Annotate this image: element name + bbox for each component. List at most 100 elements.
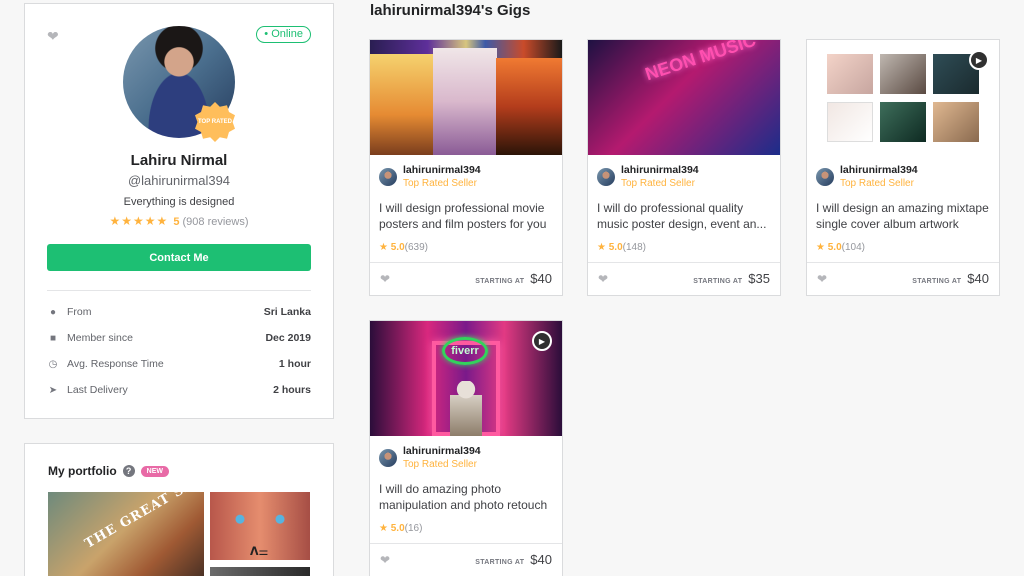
stat-label: Member since bbox=[67, 332, 133, 344]
price-value: $40 bbox=[530, 552, 552, 567]
price-value: $35 bbox=[748, 271, 770, 286]
seller-avatar bbox=[379, 449, 397, 467]
gig-rating: ★ 5.0(148) bbox=[597, 242, 646, 253]
gig-thumbnail[interactable] bbox=[370, 40, 562, 155]
neon-music-text: NEON MUSIC bbox=[642, 40, 759, 85]
stat-value: 2 hours bbox=[273, 384, 311, 396]
rating-value: 5.0 bbox=[608, 242, 623, 253]
portfolio-item-main[interactable] bbox=[48, 492, 204, 576]
star-icon: ★ bbox=[597, 242, 606, 253]
rating-count: (104) bbox=[841, 242, 866, 253]
profile-card: ❤ • Online TOP RATED Lahiru Nirmal @lahi… bbox=[24, 3, 334, 419]
rating-value: 5.0 bbox=[827, 242, 842, 253]
seller-avatar bbox=[816, 168, 834, 186]
album-cover bbox=[880, 102, 926, 142]
fiverr-logo: fiverr bbox=[442, 337, 488, 365]
gig-footer: ❤ STARTING AT $40 bbox=[807, 262, 999, 295]
stat-value: Dec 2019 bbox=[265, 332, 311, 344]
reviews-count: (908 reviews) bbox=[182, 216, 249, 228]
star-icon: ★ bbox=[379, 242, 388, 253]
stat-from: ● From Sri Lanka bbox=[47, 304, 311, 320]
seller-name[interactable]: lahirunirmal394 bbox=[403, 445, 481, 457]
new-badge: NEW bbox=[140, 465, 169, 477]
seller-name[interactable]: lahirunirmal394 bbox=[621, 164, 699, 176]
gigs-heading: lahirunirmal394's Gigs bbox=[370, 2, 531, 19]
gig-card[interactable]: NEON MUSIC lahirunirmal394 Top Rated Sel… bbox=[587, 39, 781, 296]
rating-count: (148) bbox=[622, 242, 647, 253]
heart-icon[interactable]: ❤ bbox=[380, 553, 390, 567]
star-icon: ★ bbox=[379, 523, 388, 534]
rating-value: 5 bbox=[173, 216, 180, 228]
send-icon: ➤ bbox=[48, 384, 58, 396]
gig-thumbnail[interactable]: NEON MUSIC bbox=[588, 40, 780, 155]
rating-value: 5.0 bbox=[390, 523, 405, 534]
help-icon[interactable]: ? bbox=[122, 465, 135, 477]
portfolio-item-thumbnail[interactable] bbox=[210, 567, 310, 576]
album-cover bbox=[880, 54, 926, 94]
rating-count: (639) bbox=[404, 242, 429, 253]
gig-title[interactable]: I will design professional movie posters… bbox=[379, 200, 557, 232]
clock-icon: ◷ bbox=[48, 358, 58, 370]
divider bbox=[47, 290, 311, 291]
gig-price: STARTING AT $40 bbox=[912, 271, 989, 286]
gig-footer: ❤ STARTING AT $40 bbox=[370, 543, 562, 576]
gig-card[interactable]: lahirunirmal394 Top Rated Seller I will … bbox=[369, 39, 563, 296]
gig-card[interactable]: ▶ lahirunirmal394 Top Rated Seller I wil… bbox=[806, 39, 1000, 296]
online-status-badge: • Online bbox=[256, 26, 311, 43]
rating-count: (16) bbox=[404, 523, 423, 534]
rating-value: 5.0 bbox=[390, 242, 405, 253]
stat-label: Avg. Response Time bbox=[67, 358, 164, 370]
gig-price: STARTING AT $40 bbox=[475, 271, 552, 286]
gig-thumbnail[interactable]: fiverr ▶ bbox=[370, 321, 562, 436]
portfolio-heading: My portfolio ? NEW bbox=[48, 464, 169, 478]
play-icon[interactable]: ▶ bbox=[969, 50, 989, 70]
seller-level: Top Rated Seller bbox=[403, 178, 477, 189]
user-icon: ■ bbox=[49, 332, 57, 344]
stat-value: Sri Lanka bbox=[263, 306, 311, 318]
star-rating-icon: ★★★★★ bbox=[109, 214, 169, 228]
starting-at-label: STARTING AT bbox=[475, 559, 525, 566]
album-cover bbox=[827, 102, 873, 142]
person-image bbox=[450, 381, 482, 436]
gig-price: STARTING AT $35 bbox=[693, 271, 770, 286]
seller-rating[interactable]: ★★★★★ 5 (908 reviews) bbox=[25, 214, 333, 228]
seller-name[interactable]: lahirunirmal394 bbox=[403, 164, 481, 176]
stat-member-since: ■ Member since Dec 2019 bbox=[47, 330, 311, 346]
heart-icon[interactable]: ❤ bbox=[598, 272, 608, 286]
gig-rating: ★ 5.0(639) bbox=[379, 242, 428, 253]
portfolio-title: My portfolio bbox=[48, 464, 117, 478]
seller-level: Top Rated Seller bbox=[403, 459, 477, 470]
gig-title[interactable]: I will do professional quality music pos… bbox=[597, 200, 775, 232]
gig-title[interactable]: I will do amazing photo manipulation and… bbox=[379, 481, 557, 513]
gig-thumbnail[interactable]: ▶ bbox=[807, 40, 999, 155]
stat-value: 1 hour bbox=[278, 358, 311, 370]
seller-level: Top Rated Seller bbox=[840, 178, 914, 189]
heart-icon[interactable]: ❤ bbox=[47, 28, 59, 45]
seller-name[interactable]: lahirunirmal394 bbox=[840, 164, 918, 176]
album-cover bbox=[933, 102, 979, 142]
star-icon: ★ bbox=[816, 242, 825, 253]
seller-profile-page: ❤ • Online TOP RATED Lahiru Nirmal @lahi… bbox=[0, 0, 1024, 576]
heart-icon[interactable]: ❤ bbox=[817, 272, 827, 286]
seller-level: Top Rated Seller bbox=[621, 178, 695, 189]
stat-label: From bbox=[67, 306, 92, 318]
seller-avatar bbox=[597, 168, 615, 186]
heart-icon[interactable]: ❤ bbox=[380, 272, 390, 286]
gig-footer: ❤ STARTING AT $40 bbox=[370, 262, 562, 295]
gig-title[interactable]: I will design an amazing mixtape single … bbox=[816, 200, 994, 232]
poster-image bbox=[370, 54, 440, 155]
price-value: $40 bbox=[530, 271, 552, 286]
album-cover bbox=[827, 54, 873, 94]
gig-footer: ❤ STARTING AT $35 bbox=[588, 262, 780, 295]
stat-label: Last Delivery bbox=[67, 384, 128, 396]
poster-image bbox=[433, 48, 497, 155]
stat-response-time: ◷ Avg. Response Time 1 hour bbox=[47, 356, 311, 372]
play-icon[interactable]: ▶ bbox=[532, 331, 552, 351]
gig-price: STARTING AT $40 bbox=[475, 552, 552, 567]
gig-card[interactable]: fiverr ▶ lahirunirmal394 Top Rated Selle… bbox=[369, 320, 563, 576]
price-value: $40 bbox=[967, 271, 989, 286]
seller-avatar bbox=[379, 168, 397, 186]
portfolio-card: My portfolio ? NEW THE GREAT SALAMI ᐱ⚌ bbox=[24, 443, 334, 576]
poster-image bbox=[496, 58, 562, 155]
contact-me-button[interactable]: Contact Me bbox=[47, 244, 311, 271]
